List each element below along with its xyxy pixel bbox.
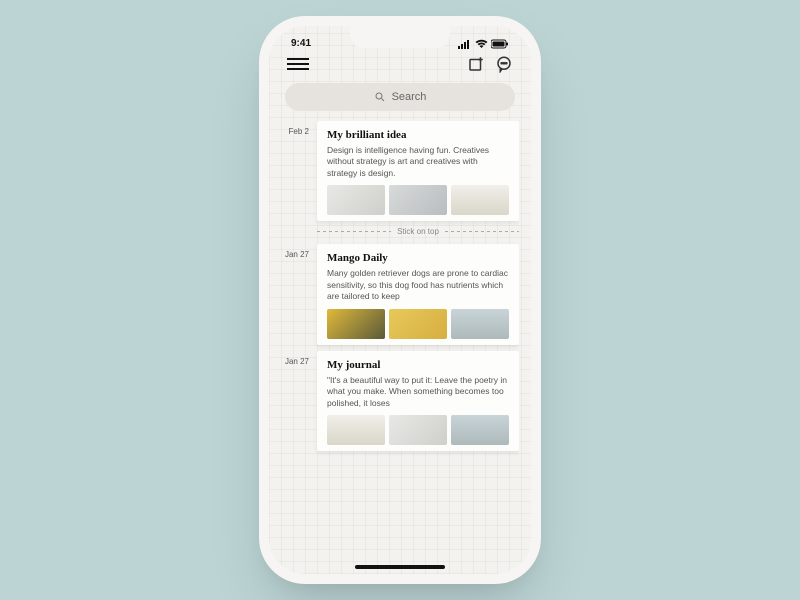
note-title: Mango Daily: [327, 252, 509, 264]
note-body: Many golden retriever dogs are prone to …: [327, 268, 509, 302]
phone-frame: 9:41 Search Feb 2 My br: [269, 26, 531, 574]
note-entry[interactable]: Feb 2 My brilliant idea Design is intell…: [281, 121, 519, 221]
status-bar: 9:41: [281, 36, 519, 55]
screen: 9:41 Search Feb 2 My br: [269, 26, 531, 574]
note-title: My journal: [327, 359, 509, 371]
status-time: 9:41: [291, 38, 311, 49]
nav-actions: [467, 55, 513, 73]
note-thumbnails: [327, 309, 509, 339]
thumbnail[interactable]: [327, 415, 385, 445]
thumbnail[interactable]: [389, 309, 447, 339]
note-body: Design is intelligence having fun. Creat…: [327, 145, 509, 179]
home-indicator[interactable]: [355, 565, 445, 569]
thumbnail[interactable]: [327, 309, 385, 339]
new-note-icon[interactable]: [467, 55, 485, 73]
thumbnail[interactable]: [451, 185, 509, 215]
wifi-icon: [475, 39, 488, 49]
divider-label: Stick on top: [397, 227, 439, 236]
note-date: Jan 27: [281, 244, 309, 344]
stick-on-top-divider: Stick on top: [317, 227, 519, 236]
note-body: "It's a beautiful way to put it: Leave t…: [327, 375, 509, 409]
thumbnail[interactable]: [451, 415, 509, 445]
status-indicators: [458, 39, 509, 49]
note-thumbnails: [327, 185, 509, 215]
note-card[interactable]: My brilliant idea Design is intelligence…: [317, 121, 519, 221]
search-icon: [374, 91, 386, 103]
note-date: Feb 2: [281, 121, 309, 221]
note-entry[interactable]: Jan 27 My journal "It's a beautiful way …: [281, 351, 519, 451]
search-bar[interactable]: Search: [285, 83, 515, 111]
cellular-icon: [458, 39, 472, 49]
notes-list[interactable]: Feb 2 My brilliant idea Design is intell…: [281, 121, 519, 574]
search-placeholder: Search: [392, 91, 427, 103]
menu-icon[interactable]: [287, 55, 309, 73]
thumbnail[interactable]: [389, 415, 447, 445]
nav-row: [281, 55, 519, 77]
thumbnail[interactable]: [451, 309, 509, 339]
note-thumbnails: [327, 415, 509, 445]
note-card[interactable]: My journal "It's a beautiful way to put …: [317, 351, 519, 451]
note-date: Jan 27: [281, 351, 309, 451]
note-entry[interactable]: Jan 27 Mango Daily Many golden retriever…: [281, 244, 519, 344]
note-title: My brilliant idea: [327, 129, 509, 141]
chat-icon[interactable]: [495, 55, 513, 73]
thumbnail[interactable]: [389, 185, 447, 215]
thumbnail[interactable]: [327, 185, 385, 215]
note-card[interactable]: Mango Daily Many golden retriever dogs a…: [317, 244, 519, 344]
battery-icon: [491, 39, 509, 49]
